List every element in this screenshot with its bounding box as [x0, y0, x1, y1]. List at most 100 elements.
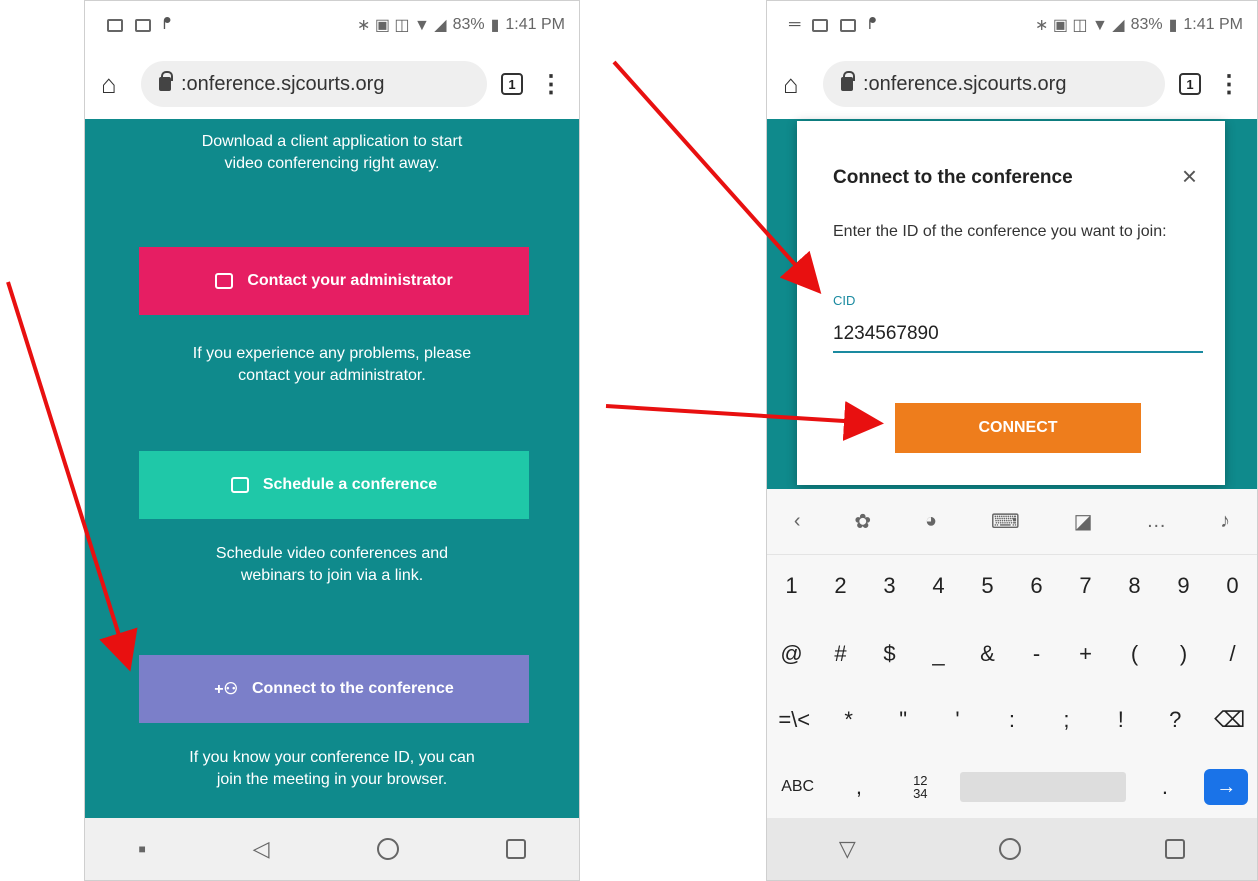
- symbol-key[interactable]: (: [1113, 641, 1157, 667]
- symbol-key[interactable]: ": [881, 707, 925, 733]
- symbol-key[interactable]: @: [770, 641, 814, 667]
- time-text: 1:41 PM: [1183, 16, 1243, 33]
- battery-text: 83%: [452, 16, 485, 33]
- digit-key[interactable]: 5: [966, 573, 1010, 599]
- tab-switcher-button[interactable]: 1: [1179, 73, 1201, 95]
- overflow-menu-icon[interactable]: ⋮: [539, 70, 563, 99]
- home-icon[interactable]: ⌂: [101, 69, 141, 100]
- connect-button-label: Connect to the conference: [251, 680, 454, 697]
- android-nav-bar: ▽: [767, 818, 1257, 880]
- browser-toolbar: ⌂ :onference.sjcourts.org 1 ⋮: [767, 53, 1257, 115]
- home-nav-icon[interactable]: [376, 838, 399, 860]
- lock-icon: [159, 71, 173, 91]
- photo-icon: [135, 18, 151, 32]
- chevron-left-icon[interactable]: ‹: [794, 510, 801, 533]
- cid-input[interactable]: [833, 317, 1203, 353]
- url-bar[interactable]: :onference.sjcourts.org: [823, 61, 1165, 107]
- period-key[interactable]: .: [1143, 774, 1187, 800]
- symbol-key[interactable]: ): [1162, 641, 1206, 667]
- symbol-key[interactable]: /: [1211, 641, 1255, 667]
- connect-description: If you know your conference ID, you can j…: [189, 749, 475, 788]
- symbol-row-2: =\< * " ':;!? ⌫: [767, 707, 1257, 733]
- keyboard-icon[interactable]: ⌨: [991, 509, 1020, 534]
- recents-icon[interactable]: [1165, 839, 1186, 859]
- digit-key[interactable]: 2: [819, 573, 863, 599]
- voicemail-icon: ᖰ: [163, 16, 172, 33]
- symbol-key[interactable]: _: [917, 641, 961, 667]
- battery-text: 83%: [1130, 16, 1163, 33]
- recents-icon[interactable]: [505, 839, 526, 859]
- connect-conference-button[interactable]: +⚇ Connect to the conference: [139, 655, 529, 723]
- number-row: 1234567890: [767, 573, 1257, 599]
- battery-icon: ▮: [490, 17, 500, 34]
- dialog-title: Connect to the conference: [833, 167, 1073, 188]
- browser-toolbar: ⌂ :onference.sjcourts.org 1 ⋮: [85, 53, 579, 115]
- gear-icon[interactable]: ✿: [854, 509, 871, 534]
- digit-key[interactable]: 3: [868, 573, 912, 599]
- symbol-key[interactable]: &: [966, 641, 1010, 667]
- symbol-key[interactable]: +: [1064, 641, 1108, 667]
- nav-dot-icon[interactable]: ■: [138, 842, 145, 856]
- symbol-key[interactable]: :: [990, 707, 1034, 733]
- symbol-key[interactable]: $: [868, 641, 912, 667]
- digit-key[interactable]: 0: [1211, 573, 1255, 599]
- overflow-menu-icon[interactable]: ⋮: [1217, 70, 1241, 99]
- digit-key[interactable]: 6: [1015, 573, 1059, 599]
- home-nav-icon[interactable]: [999, 838, 1022, 860]
- schedule-button-label: Schedule a conference: [262, 476, 438, 493]
- numpad-key[interactable]: 12 34: [898, 774, 942, 800]
- space-key[interactable]: [959, 772, 1126, 802]
- back-icon[interactable]: ▽: [839, 836, 856, 862]
- symbol-key[interactable]: =\<: [772, 707, 816, 733]
- schedule-description: Schedule video conferences and webinars t…: [215, 545, 449, 584]
- gallery-icon: [107, 18, 123, 32]
- more-icon[interactable]: …: [1146, 510, 1166, 533]
- symbol-key[interactable]: #: [819, 641, 863, 667]
- schedule-conference-button[interactable]: Schedule a conference: [139, 451, 529, 519]
- digit-key[interactable]: 8: [1113, 573, 1157, 599]
- symbol-key[interactable]: ;: [1044, 707, 1088, 733]
- signal-icons: ∗ ▣ ◫ ▼ ◢: [1035, 17, 1125, 34]
- symbol-key[interactable]: ⌫: [1208, 707, 1252, 733]
- left-phone-screen: ᖰ ∗ ▣ ◫ ▼ ◢ 83% ▮ 1:41 PM ⌂ :onference.sjco…: [84, 0, 580, 881]
- tab-switcher-button[interactable]: 1: [501, 73, 523, 95]
- back-icon[interactable]: ◁: [253, 836, 270, 862]
- symbol-key[interactable]: ?: [1153, 707, 1197, 733]
- digit-key[interactable]: 9: [1162, 573, 1206, 599]
- contact-button-label: Contact your administrator: [247, 272, 453, 289]
- connect-dialog: Connect to the conference × Enter the ID…: [797, 121, 1225, 485]
- symbol-key[interactable]: ': [936, 707, 980, 733]
- close-icon[interactable]: ×: [1182, 161, 1197, 192]
- comma-key[interactable]: ,: [837, 774, 881, 800]
- home-icon[interactable]: ⌂: [783, 69, 823, 100]
- battery-icon: ▮: [1168, 17, 1178, 34]
- connect-button[interactable]: CONNECT: [895, 403, 1141, 453]
- microphone-icon[interactable]: ♪: [1220, 510, 1230, 533]
- cid-label: CID: [833, 293, 856, 308]
- enter-key[interactable]: →: [1204, 769, 1249, 805]
- url-bar[interactable]: :onference.sjcourts.org: [141, 61, 487, 107]
- add-group-icon: +⚇: [214, 681, 238, 698]
- symbol-key[interactable]: *: [827, 707, 871, 733]
- time-text: 1:41 PM: [505, 16, 565, 33]
- resize-icon[interactable]: ◪: [1074, 509, 1093, 534]
- url-text: :onference.sjcourts.org: [181, 72, 385, 95]
- contact-description: If you experience any problems, please co…: [192, 345, 472, 384]
- digit-key[interactable]: 7: [1064, 573, 1108, 599]
- android-nav-bar: ■ ◁: [85, 818, 579, 880]
- photo-icon: [840, 18, 857, 32]
- calendar-icon: [230, 477, 249, 493]
- digit-key[interactable]: 4: [917, 573, 961, 599]
- conference-landing-panel: Download a client application to start vi…: [85, 119, 579, 818]
- keyboard: ‹ ✿ ◕ ⌨ ◪ … ♪ 1234567890 @ # $ _ & - +() / =\< *…: [767, 489, 1257, 818]
- abc-key[interactable]: ABC: [776, 778, 820, 796]
- lock-icon: [841, 71, 855, 91]
- symbol-key[interactable]: !: [1099, 707, 1143, 733]
- voicemail-icon: ᖰ: [868, 16, 877, 33]
- palette-icon[interactable]: ◕: [925, 510, 937, 533]
- bottom-row: ABC , 12 34 . →: [767, 769, 1257, 805]
- digit-key[interactable]: 1: [770, 573, 814, 599]
- url-text: :onference.sjcourts.org: [863, 72, 1067, 95]
- symbol-key[interactable]: -: [1015, 641, 1059, 667]
- contact-administrator-button[interactable]: Contact your administrator: [139, 247, 529, 315]
